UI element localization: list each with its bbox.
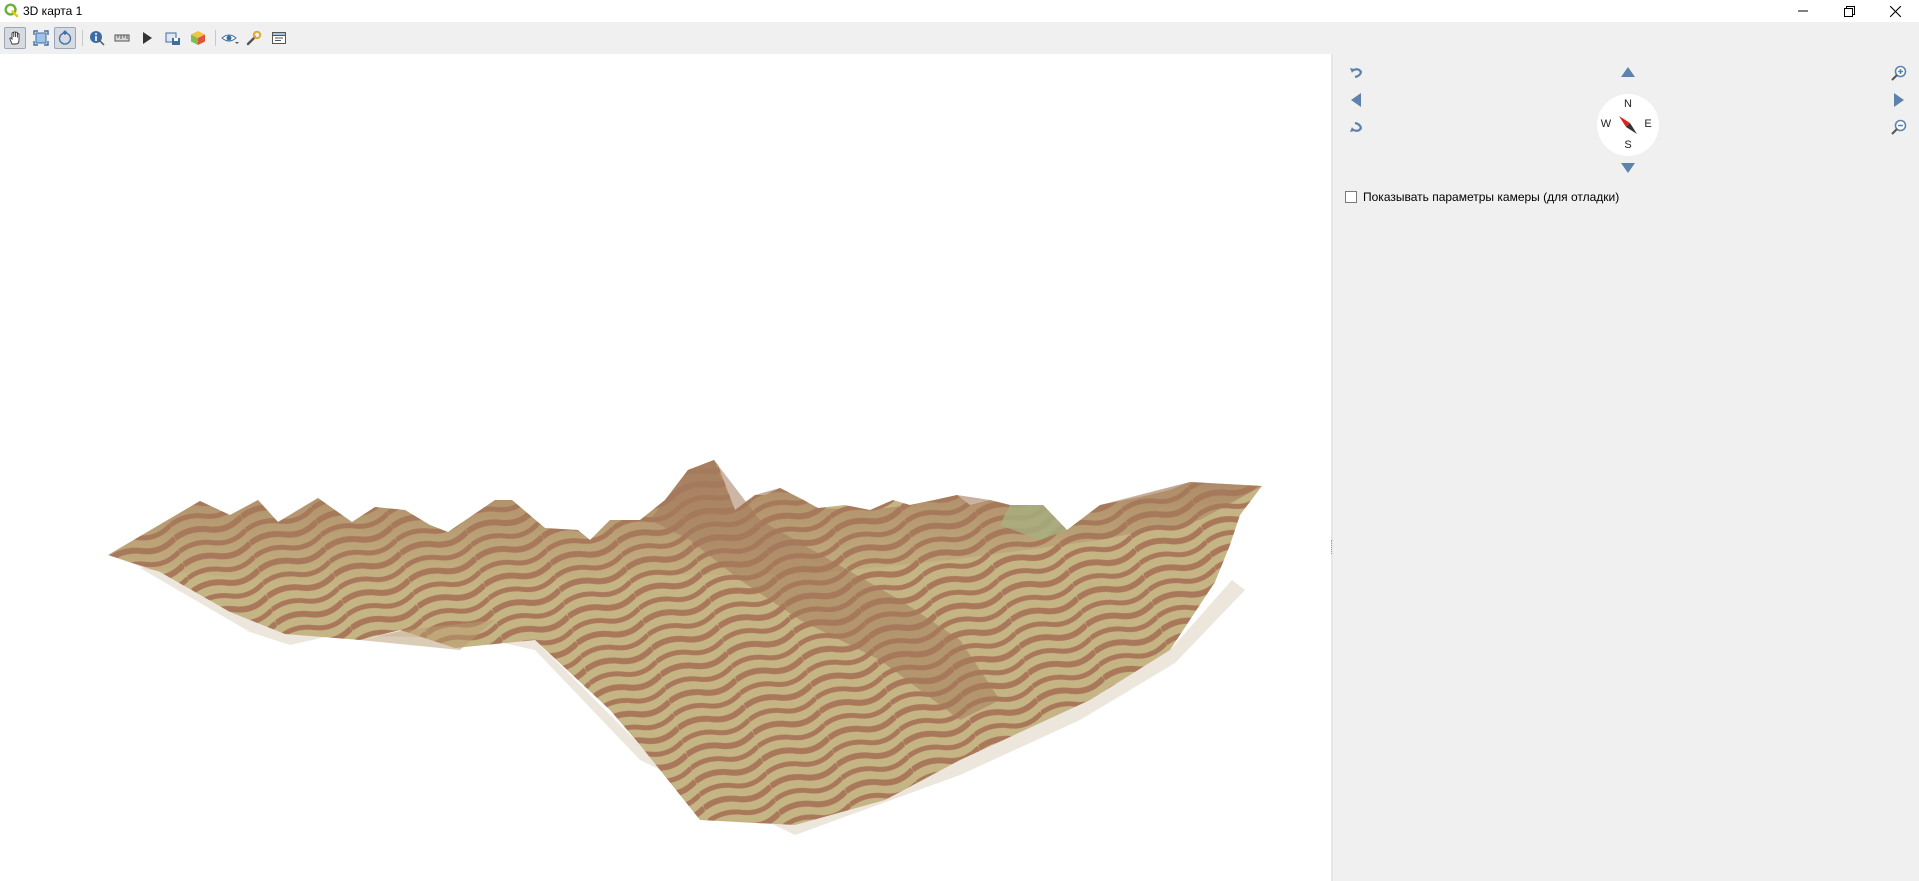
window-title: 3D карта 1 [23,4,83,18]
measure-icon [114,34,130,42]
options-menu-icon [272,32,286,44]
move-up-icon [1621,67,1635,77]
toolbar-separator [215,30,216,46]
animation-play-icon [143,32,152,44]
terrain-3d-view [108,460,1262,835]
qgis-logo-icon [4,3,19,18]
identify-button[interactable] [86,27,108,49]
camera-pivot-button[interactable] [54,27,76,49]
move-up-button[interactable] [1618,62,1638,82]
compass-needle-icon [1619,116,1637,134]
export-3d-scene-icon [191,31,205,45]
zoom-out-icon [1891,119,1907,135]
rotate-right-button[interactable] [1346,117,1366,137]
restore-button[interactable] [1826,0,1872,22]
move-left-button[interactable] [1346,90,1366,110]
zoom-in-icon [1891,65,1907,81]
map-themes-icon [221,34,239,44]
move-right-button[interactable] [1889,90,1909,110]
pan-button[interactable] [4,27,26,49]
debug-camera-label[interactable]: Показывать параметры камеры (для отладки… [1363,190,1619,204]
compass-widget[interactable]: N E S W [1597,94,1659,156]
move-down-icon [1621,163,1635,173]
restore-icon [1843,5,1855,17]
rotate-right-icon [1350,121,1363,132]
3d-map-toolbar [0,22,1919,54]
export-3d-scene-button[interactable] [187,27,209,49]
navigation-panel: N E S W Показывать параметры камеры (для… [1333,54,1919,881]
rotate-left-icon [1350,68,1363,79]
move-left-icon [1351,93,1361,107]
animation-button[interactable] [136,27,158,49]
3d-map-canvas[interactable] [0,54,1331,881]
identify-icon [90,31,105,46]
map-themes-button[interactable] [219,27,241,49]
debug-camera-option[interactable]: Показывать параметры камеры (для отладки… [1345,189,1619,205]
debug-camera-checkbox[interactable] [1345,191,1357,203]
zoom-out-button[interactable] [1889,117,1909,137]
move-down-button[interactable] [1618,158,1638,178]
title-bar: 3D карта 1 [0,0,1919,22]
close-icon [1889,5,1901,17]
close-button[interactable] [1872,0,1918,22]
measure-button[interactable] [111,27,133,49]
configure-icon [246,30,262,46]
save-image-button[interactable] [162,27,184,49]
minimize-button[interactable] [1780,0,1826,22]
toolbar-separator [82,30,83,46]
options-menu-button[interactable] [268,27,290,49]
zoom-full-button[interactable] [30,27,52,49]
zoom-full-icon [33,30,49,46]
rotate-left-button[interactable] [1346,63,1366,83]
save-image-icon [165,32,180,45]
minimize-icon [1798,10,1808,12]
camera-pivot-icon [58,30,72,45]
move-right-icon [1894,93,1904,107]
zoom-in-button[interactable] [1889,63,1909,83]
configure-button[interactable] [243,27,265,49]
pan-hand-icon [9,31,20,45]
